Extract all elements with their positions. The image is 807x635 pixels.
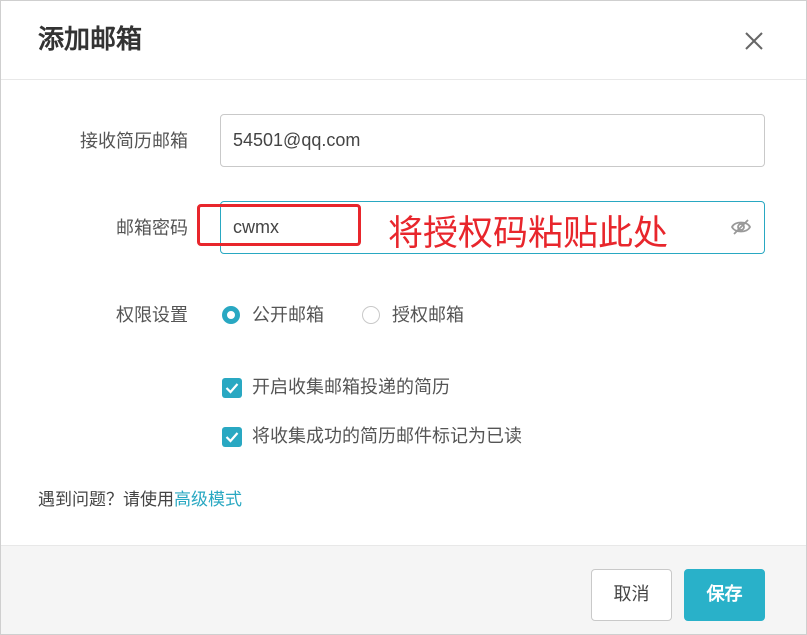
check-icon [225, 432, 239, 443]
radio-authorized-mailbox-label[interactable]: 授权邮箱 [392, 304, 464, 328]
close-button[interactable] [739, 26, 769, 56]
annotation-highlight-box [197, 204, 361, 246]
close-icon [745, 32, 763, 50]
help-text: 遇到问题？请使用高级模式 [38, 488, 242, 512]
eye-off-icon [730, 219, 752, 235]
password-visibility-toggle[interactable] [730, 217, 752, 237]
radio-public-mailbox[interactable] [222, 306, 240, 324]
checkbox-collect-resumes-label[interactable]: 开启收集邮箱投递的简历 [252, 376, 450, 400]
email-label: 接收简历邮箱 [80, 131, 188, 152]
advanced-mode-link[interactable]: 高级模式 [174, 490, 242, 510]
dialog-title: 添加邮箱 [38, 25, 143, 55]
email-input[interactable] [220, 114, 765, 167]
radio-public-mailbox-label[interactable]: 公开邮箱 [252, 304, 324, 328]
dialog-header: 添加邮箱 [1, 1, 806, 80]
help-prefix: 遇到问题？请使用 [38, 490, 174, 510]
add-mailbox-dialog: 添加邮箱 接收简历邮箱 邮箱密码 将授权码粘贴此处 权限设置 公开邮箱 授权邮箱… [0, 0, 807, 635]
permission-label: 权限设置 [116, 305, 188, 326]
radio-authorized-mailbox[interactable] [362, 306, 380, 324]
password-label: 邮箱密码 [116, 218, 188, 239]
checkbox-collect-resumes[interactable] [222, 378, 242, 398]
checkbox-mark-as-read[interactable] [222, 427, 242, 447]
annotation-text: 将授权码粘贴此处 [388, 214, 669, 254]
check-icon [225, 383, 239, 394]
save-button[interactable]: 保存 [684, 569, 765, 621]
cancel-button[interactable]: 取消 [591, 569, 672, 621]
dialog-footer: 取消 保存 [1, 545, 806, 634]
checkbox-mark-as-read-label[interactable]: 将收集成功的简历邮件标记为已读 [252, 425, 522, 449]
